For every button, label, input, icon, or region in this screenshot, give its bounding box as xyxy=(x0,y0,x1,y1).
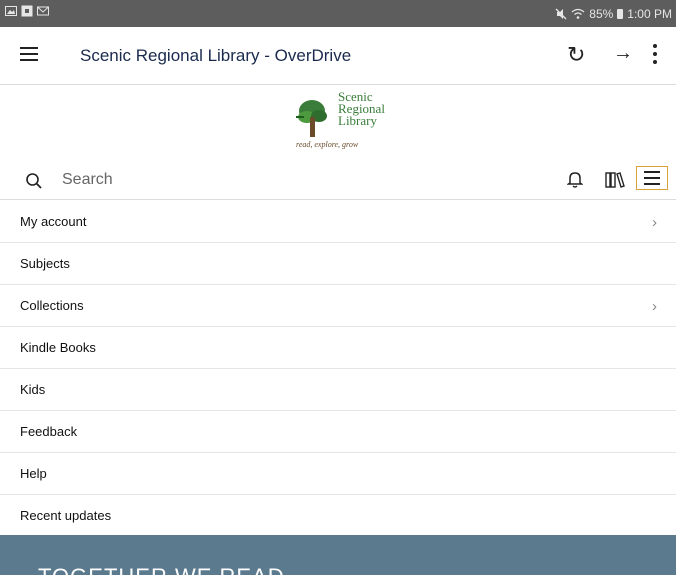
logo-text: Scenic Regional Library xyxy=(338,90,385,128)
status-bar-left xyxy=(5,5,49,17)
status-bar-right: 85% 1:00 PM xyxy=(555,7,672,21)
more-vert-icon[interactable] xyxy=(648,44,662,66)
search-icon[interactable] xyxy=(25,172,43,190)
menu-item-label: Kindle Books xyxy=(20,340,96,355)
menu-item-label: My account xyxy=(20,214,87,229)
menu-item-label: Recent updates xyxy=(20,508,112,523)
app-bar: Scenic Regional Library - OverDrive ↻ → xyxy=(0,27,676,85)
menu-item-label: Feedback xyxy=(20,424,78,439)
battery-percent: 85% xyxy=(589,7,614,21)
menu-item-label: Kids xyxy=(20,382,46,397)
clock: 1:00 PM xyxy=(627,7,672,21)
menu-item-help[interactable]: Help xyxy=(0,453,676,495)
search-row: Search xyxy=(0,160,676,200)
refresh-icon[interactable]: ↻ xyxy=(567,42,585,68)
chevron-right-icon: › xyxy=(652,214,657,231)
menu-item-label: Help xyxy=(20,466,47,481)
logo-line-3: Library xyxy=(338,113,377,128)
bookshelf-icon[interactable] xyxy=(605,170,625,188)
wifi-icon xyxy=(571,8,585,19)
chevron-right-icon: › xyxy=(652,298,657,315)
flipboard-icon xyxy=(21,5,33,17)
logo-tagline: read, explore, grow xyxy=(296,140,359,149)
image-icon xyxy=(5,6,17,16)
menu-item-subjects[interactable]: Subjects xyxy=(0,243,676,285)
banner-text: TOGETHER WE READ xyxy=(38,564,285,575)
hamburger-icon[interactable] xyxy=(20,47,38,63)
search-input[interactable]: Search xyxy=(62,171,113,189)
menu-item-recent-updates[interactable]: Recent updates xyxy=(0,495,676,537)
menu-item-collections[interactable]: Collections › xyxy=(0,285,676,327)
mail-icon xyxy=(37,6,49,16)
menu-item-kids[interactable]: Kids xyxy=(0,369,676,411)
menu-item-my-account[interactable]: My account › xyxy=(0,201,676,243)
forward-icon[interactable]: → xyxy=(613,42,633,65)
menu-item-label: Subjects xyxy=(20,256,70,271)
menu-icon[interactable] xyxy=(636,166,668,190)
battery-icon xyxy=(617,9,624,19)
mute-icon xyxy=(555,8,567,20)
promo-banner: TOGETHER WE READ xyxy=(0,535,676,575)
menu-item-kindle-books[interactable]: Kindle Books xyxy=(0,327,676,369)
app-title: Scenic Regional Library - OverDrive xyxy=(80,46,352,65)
menu-list: My account › Subjects Collections › Kind… xyxy=(0,201,676,537)
status-bar: 85% 1:00 PM xyxy=(0,0,676,27)
menu-item-label: Collections xyxy=(20,298,84,313)
bell-icon[interactable] xyxy=(567,170,583,188)
menu-item-feedback[interactable]: Feedback xyxy=(0,411,676,453)
